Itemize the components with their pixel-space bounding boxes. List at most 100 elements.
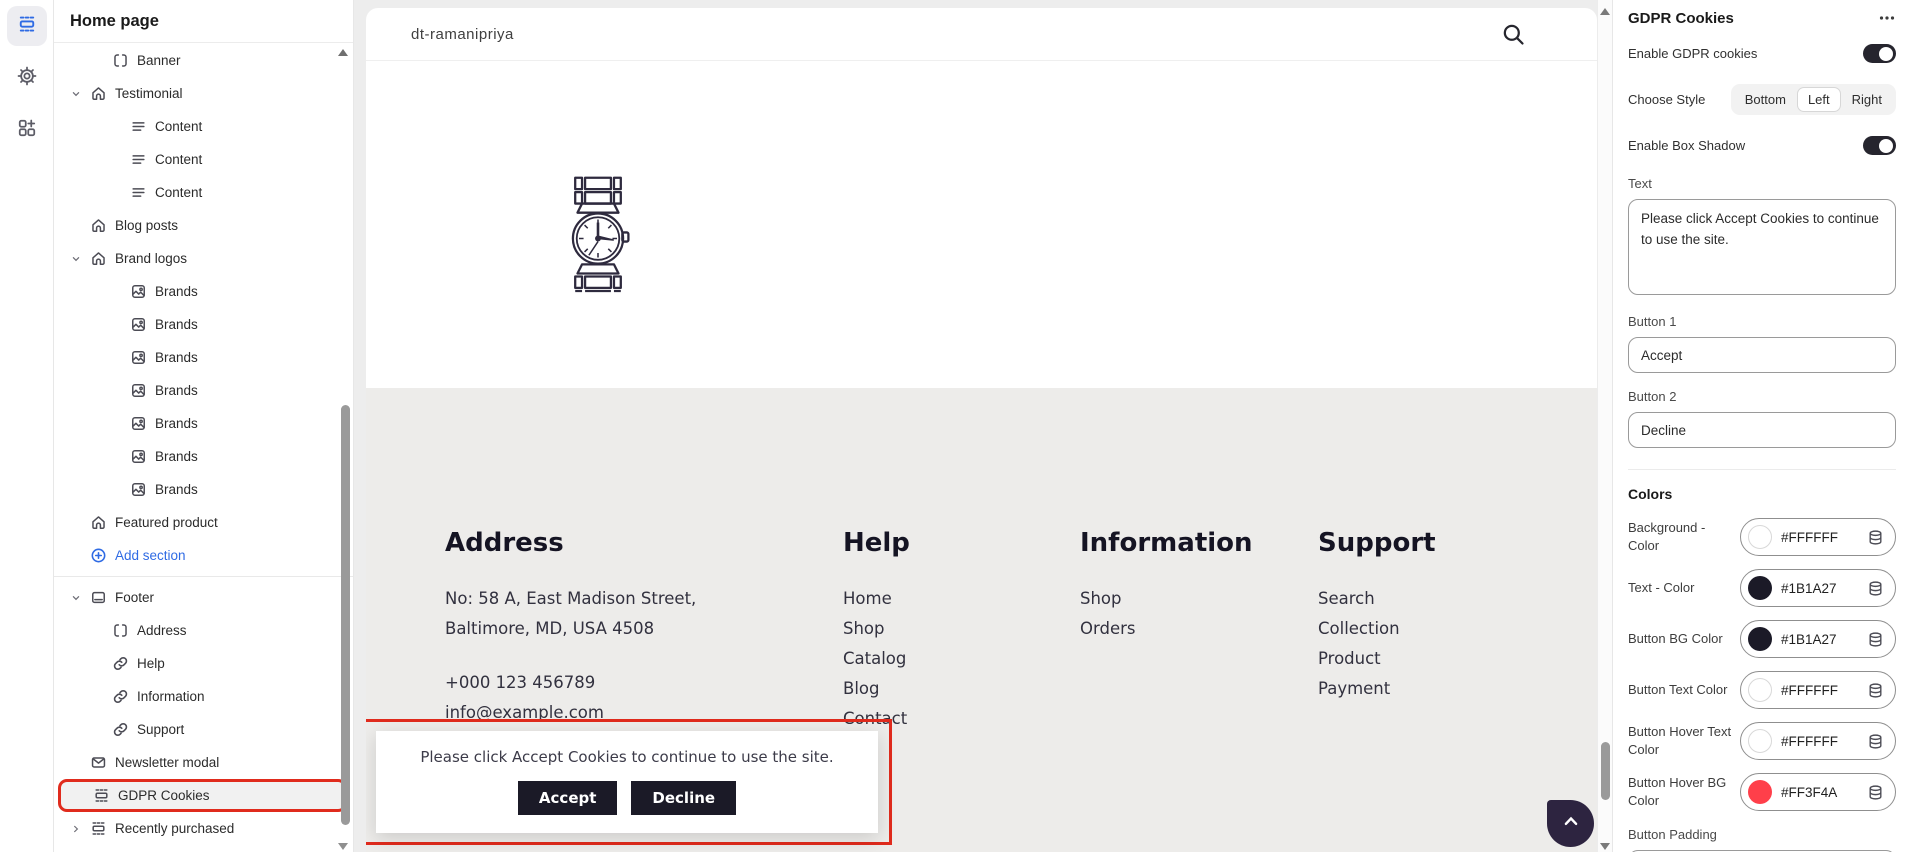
preview-scroll-up-icon[interactable] xyxy=(1600,8,1610,15)
sidebar-item-brands[interactable]: Brands xyxy=(54,440,353,473)
preview-scroll-down-icon[interactable] xyxy=(1600,843,1610,850)
footer-link-search[interactable]: Search xyxy=(1318,584,1436,614)
color-swatch[interactable] xyxy=(1748,627,1772,651)
sidebar-item-brands[interactable]: Brands xyxy=(54,374,353,407)
sidebar-item-featured-product[interactable]: Featured product xyxy=(54,506,353,539)
color-swatch[interactable] xyxy=(1748,780,1772,804)
sidebar-item-banner[interactable]: Banner xyxy=(54,44,353,77)
color-picker-background-color[interactable]: #FFFFFF xyxy=(1740,518,1896,556)
sidebar-item-testimonial[interactable]: Testimonial xyxy=(54,77,353,110)
chevron-down-icon[interactable] xyxy=(68,88,84,100)
decline-cookies-button[interactable]: Decline xyxy=(631,781,736,815)
footer-link-catalog[interactable]: Catalog xyxy=(843,644,910,674)
button2-input[interactable] xyxy=(1628,412,1896,448)
dynamic-source-icon[interactable] xyxy=(1867,733,1884,750)
more-options-icon[interactable] xyxy=(1878,9,1896,27)
color-picker-button-text-color[interactable]: #FFFFFF xyxy=(1740,671,1896,709)
dynamic-source-icon[interactable] xyxy=(1867,682,1884,699)
search-icon[interactable] xyxy=(1500,21,1527,48)
choose-style-segmented-control: BottomLeftRight xyxy=(1731,84,1896,115)
sidebar-item-recently-purchased[interactable]: Recently purchased xyxy=(54,812,353,845)
dynamic-source-icon[interactable] xyxy=(1867,529,1884,546)
footer-link-orders[interactable]: Orders xyxy=(1080,614,1253,644)
rail-apps-button[interactable] xyxy=(7,110,47,150)
color-picker-text-color[interactable]: #1B1A27 xyxy=(1740,569,1896,607)
color-picker-button-hover-text-color[interactable]: #FFFFFF xyxy=(1740,722,1896,760)
sidebar-item-blog-posts[interactable]: Blog posts xyxy=(54,209,353,242)
sidebar-item-brands[interactable]: Brands xyxy=(54,407,353,440)
box-shadow-label: Enable Box Shadow xyxy=(1628,138,1745,153)
color-swatch[interactable] xyxy=(1748,576,1772,600)
sidebar-item-gdpr-cookies[interactable]: GDPR Cookies xyxy=(58,779,347,812)
store-logo-text[interactable]: dt-ramanipriya xyxy=(411,26,1500,43)
theme-editor: Home page BannerTestimonialContentConten… xyxy=(0,0,1908,852)
accept-cookies-button[interactable]: Accept xyxy=(518,781,617,815)
sidebar-scrollbar[interactable] xyxy=(341,405,350,825)
image-icon xyxy=(130,448,147,465)
sidebar-item-brands[interactable]: Brands xyxy=(54,341,353,374)
cookie-text-input[interactable] xyxy=(1628,199,1896,295)
color-hex-value: #FFFFFF xyxy=(1781,683,1858,698)
banner-icon xyxy=(112,52,129,69)
color-hex-value: #1B1A27 xyxy=(1781,581,1858,596)
chevron-down-icon[interactable] xyxy=(68,253,84,265)
sidebar-item-label: Information xyxy=(137,689,205,704)
chevron-right-icon[interactable] xyxy=(68,823,84,835)
sidebar-item-content[interactable]: Content xyxy=(54,110,353,143)
sidebar-item-help[interactable]: Help xyxy=(54,647,353,680)
colors-heading: Colors xyxy=(1628,486,1896,502)
footer-link-collection[interactable]: Collection xyxy=(1318,614,1436,644)
footer-link-blog[interactable]: Blog xyxy=(843,674,910,704)
rail-settings-button[interactable] xyxy=(7,58,47,98)
dynamic-source-icon[interactable] xyxy=(1867,631,1884,648)
footer-col-address: AddressNo: 58 A, East Madison Street,Bal… xyxy=(445,528,696,728)
sidebar-item-brands[interactable]: Brands xyxy=(54,473,353,506)
image-icon xyxy=(130,349,147,366)
box-shadow-toggle[interactable] xyxy=(1863,136,1896,155)
sidebar-item-footer[interactable]: Footer xyxy=(54,581,353,614)
color-picker-button-bg-color[interactable]: #1B1A27 xyxy=(1740,620,1896,658)
footer-heading: Support xyxy=(1318,528,1436,558)
style-option-right[interactable]: Right xyxy=(1841,87,1893,112)
sidebar-scroll-down-icon[interactable] xyxy=(338,843,348,850)
watch-product-image xyxy=(560,156,636,318)
style-option-bottom[interactable]: Bottom xyxy=(1734,87,1797,112)
footer-link-home[interactable]: Home xyxy=(843,584,910,614)
chevron-down-icon[interactable] xyxy=(68,592,84,604)
footer-link-payment[interactable]: Payment xyxy=(1318,674,1436,704)
sidebar-item-brands[interactable]: Brands xyxy=(54,308,353,341)
color-row-button-hover-bg-color: Button Hover BG Color#FF3F4A xyxy=(1628,773,1896,811)
footer-link-shop[interactable]: Shop xyxy=(1080,584,1253,614)
sidebar-item-information[interactable]: Information xyxy=(54,680,353,713)
scroll-to-top-button[interactable] xyxy=(1547,800,1594,847)
enable-gdpr-toggle[interactable] xyxy=(1863,44,1896,63)
footer-link-product[interactable]: Product xyxy=(1318,644,1436,674)
color-row-text-color: Text - Color#1B1A27 xyxy=(1628,569,1896,607)
sidebar-item-brands[interactable]: Brands xyxy=(54,275,353,308)
color-row-button-bg-color: Button BG Color#1B1A27 xyxy=(1628,620,1896,658)
sidebar-item-address[interactable]: Address xyxy=(54,614,353,647)
footer-link-shop[interactable]: Shop xyxy=(843,614,910,644)
color-swatch[interactable] xyxy=(1748,729,1772,753)
preview-scrollbar-track[interactable] xyxy=(1597,0,1612,852)
rail-sections-button[interactable] xyxy=(7,6,47,46)
sidebar-item-support[interactable]: Support xyxy=(54,713,353,746)
dynamic-source-icon[interactable] xyxy=(1867,580,1884,597)
color-swatch[interactable] xyxy=(1748,678,1772,702)
sidebar-item-content[interactable]: Content xyxy=(54,176,353,209)
style-option-left[interactable]: Left xyxy=(1797,87,1841,112)
button1-input[interactable] xyxy=(1628,337,1896,373)
color-row-label: Button BG Color xyxy=(1628,630,1740,648)
color-swatch[interactable] xyxy=(1748,525,1772,549)
sidebar-item-newsletter-modal[interactable]: Newsletter modal xyxy=(54,746,353,779)
sidebar-scroll-up-icon[interactable] xyxy=(338,49,348,56)
sidebar-item-add-section[interactable]: Add section xyxy=(54,539,353,572)
preview-scrollbar[interactable] xyxy=(1601,742,1610,800)
button2-label: Button 2 xyxy=(1628,389,1896,404)
sidebar-item-brand-logos[interactable]: Brand logos xyxy=(54,242,353,275)
sections-icon xyxy=(90,820,107,837)
dynamic-source-icon[interactable] xyxy=(1867,784,1884,801)
color-picker-button-hover-bg-color[interactable]: #FF3F4A xyxy=(1740,773,1896,811)
sidebar-item-content[interactable]: Content xyxy=(54,143,353,176)
color-row-button-text-color: Button Text Color#FFFFFF xyxy=(1628,671,1896,709)
